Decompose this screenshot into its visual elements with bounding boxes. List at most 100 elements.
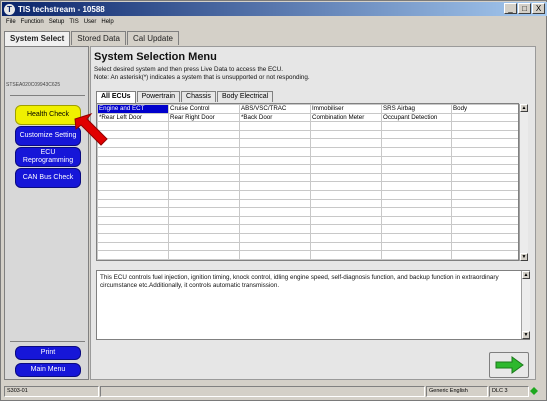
table-cell (168, 138, 240, 148)
table-cell (239, 207, 311, 217)
sidebar-divider (10, 341, 85, 342)
table-cell (381, 129, 452, 140)
right-arrow-icon (495, 356, 524, 374)
table-row (97, 129, 518, 140)
scroll-up-icon[interactable]: ▲ (520, 104, 528, 112)
table-cell (381, 138, 452, 148)
table-cell (310, 181, 382, 191)
main-menu-button[interactable]: Main Menu (15, 363, 81, 377)
menu-tis[interactable]: TIS (69, 19, 78, 25)
ecu-reprogramming-button[interactable]: ECU Reprogramming (15, 147, 81, 167)
table-cell (310, 207, 382, 217)
table-cell[interactable]: ABS/VSC/TRAC (239, 104, 311, 114)
table-cell (381, 207, 452, 217)
table-cell[interactable]: *Back Door (239, 112, 311, 123)
table-row (97, 189, 518, 200)
scroll-up-icon[interactable]: ▲ (522, 271, 530, 279)
tab-all-ecus[interactable]: All ECUs (96, 91, 136, 103)
table-cell (310, 164, 382, 174)
table-cell (381, 172, 452, 183)
table-row (97, 224, 518, 234)
table-cell (381, 121, 452, 131)
table-row (97, 181, 518, 191)
table-row (97, 241, 518, 252)
tab-stored-data[interactable]: Stored Data (71, 31, 126, 45)
table-cell (97, 164, 169, 174)
table-cell (451, 155, 518, 166)
table-cell (168, 250, 240, 260)
table-cell (239, 121, 311, 131)
customize-setting-button[interactable]: Customize Setting (15, 126, 81, 146)
table-cell (168, 164, 240, 174)
table-cell (381, 198, 452, 209)
scroll-down-icon[interactable]: ▼ (520, 253, 528, 261)
table-cell (97, 172, 169, 183)
menu-bar: File Function Setup TIS User Help (2, 17, 547, 27)
table-cell (239, 250, 311, 260)
table-cell (451, 189, 518, 200)
menu-user[interactable]: User (84, 19, 97, 25)
minimize-button[interactable]: _ (504, 3, 517, 14)
table-row (97, 232, 518, 243)
table-cell (168, 224, 240, 234)
table-cell (168, 121, 240, 131)
next-button[interactable] (489, 352, 529, 378)
maximize-button[interactable]: □ (518, 3, 531, 14)
table-cell[interactable]: Rear Right Door (168, 112, 240, 123)
menu-file[interactable]: File (6, 19, 16, 25)
table-cell (97, 181, 169, 191)
scroll-down-icon[interactable]: ▼ (522, 331, 530, 339)
serial-number: STSEA020C09943C625 (6, 82, 61, 88)
table-cell (310, 172, 382, 183)
health-check-button[interactable]: Health Check (15, 105, 81, 125)
tab-powertrain[interactable]: Powertrain (136, 91, 181, 102)
table-cell[interactable]: Occupant Detection (381, 112, 452, 123)
table-cell (310, 129, 382, 140)
table-cell (451, 198, 518, 209)
description-scrollbar[interactable]: ▲ ▼ (521, 271, 530, 339)
table-row (97, 164, 518, 174)
asterisk-note: Note: An asterisk(*) indicates a system … (94, 74, 310, 81)
table-cell (168, 241, 240, 252)
table-cell (451, 172, 518, 183)
table-cell (310, 146, 382, 157)
table-cell[interactable]: Body (451, 104, 518, 114)
print-button[interactable]: Print (15, 346, 81, 360)
tab-cal-update[interactable]: Cal Update (126, 31, 179, 45)
table-cell[interactable]: Cruise Control (168, 104, 240, 114)
table-cell[interactable]: SRS Airbag (381, 104, 452, 114)
table-cell (451, 181, 518, 191)
menu-help[interactable]: Help (101, 19, 113, 25)
table-cell (168, 155, 240, 166)
ecu-grid: Engine and ECT Cruise Control ABS/VSC/TRAC… (96, 103, 519, 261)
close-button[interactable]: X (532, 3, 545, 14)
page-title: System Selection Menu (94, 51, 217, 63)
tab-system-select[interactable]: System Select (4, 31, 71, 46)
table-cell (310, 155, 382, 166)
table-cell[interactable]: Combination Meter (310, 112, 382, 123)
table-cell (168, 172, 240, 183)
tab-body-electrical[interactable]: Body Electrical (216, 91, 274, 102)
table-cell (168, 189, 240, 200)
table-cell (451, 121, 518, 131)
can-bus-check-button[interactable]: CAN Bus Check (15, 168, 81, 188)
table-cell (310, 250, 382, 260)
table-cell (451, 138, 518, 148)
tab-chassis[interactable]: Chassis (181, 91, 216, 102)
table-cell (451, 112, 518, 123)
grid-scrollbar[interactable]: ▲ ▼ (519, 104, 528, 261)
menu-function[interactable]: Function (21, 19, 44, 25)
table-row: Engine and ECT Cruise Control ABS/VSC/TRAC… (97, 104, 518, 114)
table-cell (168, 129, 240, 140)
table-cell (239, 232, 311, 243)
table-cell (451, 146, 518, 157)
ecu-description: This ECU controls fuel injection, igniti… (96, 270, 530, 340)
table-cell[interactable]: Immobiliser (310, 104, 382, 114)
table-cell (239, 138, 311, 148)
table-cell (381, 224, 452, 234)
menu-setup[interactable]: Setup (49, 19, 65, 25)
table-cell (239, 172, 311, 183)
table-cell (381, 189, 452, 200)
table-cell (451, 164, 518, 174)
sidebar: STSEA020C09943C625 Health Check Customiz… (4, 46, 89, 380)
